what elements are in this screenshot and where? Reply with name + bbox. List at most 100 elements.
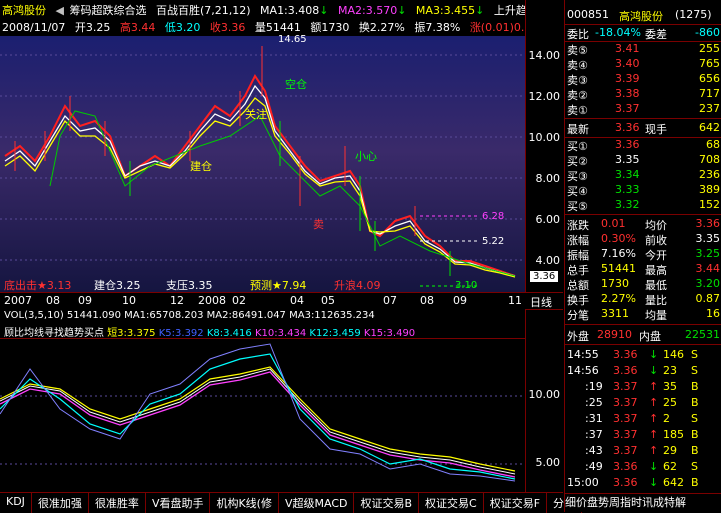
sub-y-label-5: 5.00 <box>535 456 561 469</box>
strategy-name[interactable]: 百战百胜(7,21,12) <box>156 4 251 17</box>
annotation-watch: 关注 <box>245 108 267 121</box>
tab-winrate[interactable]: 很准胜率 <box>89 493 146 513</box>
stat-value: 2.27% <box>601 292 636 305</box>
tick-time: 14:55 <box>567 348 599 361</box>
x-label: 2007 <box>4 294 32 307</box>
current-hand-value: 642 <box>699 121 720 134</box>
chart-header: 高鸿股份 ◀ 筹码超跌综合选 百战百胜(7,21,12) MA1:3.408↓ … <box>0 0 560 36</box>
tab-institution[interactable]: 机构K线(修 <box>210 493 279 513</box>
x-label: 04 <box>290 294 304 307</box>
period-label[interactable]: 日线 <box>530 294 552 310</box>
tab-warrant-f[interactable]: 权证交易F <box>484 493 548 513</box>
tick-row: :19 3.37 ↑ 35 B <box>567 380 720 395</box>
latest-row: 最新 3.36 现手 642 <box>567 121 720 136</box>
header-row-1: 高鸿股份 ◀ 筹码超跌综合选 百战百胜(7,21,12) MA1:3.408↓ … <box>2 2 544 18</box>
y-label-8: 8.00 <box>535 172 561 185</box>
tick-time: :37 <box>585 428 603 441</box>
stat-label: 前收 <box>645 234 667 247</box>
quote-panel: 000851 高鸿股份 (1275) 委比 -18.04% 委差 -860 卖⑤… <box>564 0 721 512</box>
tab-macd[interactable]: V超级MACD <box>279 493 355 513</box>
tab-warrant-b[interactable]: 权证交易B <box>354 493 420 513</box>
annotation-sell: 卖 <box>313 218 324 231</box>
bid-row-5[interactable]: 买⑤ 3.32 152 <box>567 198 720 213</box>
stat-value: 3.25 <box>695 247 721 260</box>
predict-price: 预测★7.94 <box>250 279 307 292</box>
ask-label: 卖① <box>567 104 588 117</box>
low-label: 低3.20 <box>164 21 201 34</box>
ask-label: 卖④ <box>567 59 588 72</box>
x-label: 09 <box>453 294 467 307</box>
stat-row: 换手 2.27% 量比 0.87 <box>567 292 720 307</box>
scroll-arrows-icon[interactable]: ◀ <box>56 4 64 17</box>
ma2-value: MA2:3.570 <box>337 4 398 17</box>
indicator-chart[interactable] <box>0 338 525 493</box>
stat-value: 51441 <box>601 262 636 275</box>
stat-label: 量比 <box>645 294 667 307</box>
tick-arrow-icon: ↑ <box>649 428 659 441</box>
y-label-10: 10.00 <box>528 131 561 144</box>
stock-code: 000851 <box>567 8 609 21</box>
build-price: 建仓3.25 <box>94 279 141 292</box>
x-label: 09 <box>78 294 92 307</box>
tick-row: :43 3.37 ↑ 29 B <box>567 444 720 459</box>
bid-row-4[interactable]: 买④ 3.33 389 <box>567 183 720 198</box>
ask-row-1[interactable]: 卖① 3.37 237 <box>567 102 720 117</box>
ask-row-3[interactable]: 卖③ 3.39 656 <box>567 72 720 87</box>
x-label: 10 <box>122 294 136 307</box>
tick-time: :25 <box>585 396 603 409</box>
bid-label: 买③ <box>567 170 588 183</box>
ma3-arrow: ↓ <box>475 4 485 17</box>
tick-side: B <box>691 444 699 457</box>
stat-label: 最低 <box>645 279 667 292</box>
ask-row-2[interactable]: 卖② 3.38 717 <box>567 87 720 102</box>
bid-row-1[interactable]: 买① 3.36 68 <box>567 138 720 153</box>
x-label: 2008 <box>198 294 226 307</box>
tick-time: :31 <box>585 412 603 425</box>
stat-value: 0.87 <box>695 292 721 305</box>
tick-row: :49 3.36 ↓ 62 S <box>567 460 720 475</box>
high-label: 高3.44 <box>119 21 156 34</box>
price-chart[interactable]: 14.65 6.28 5.22 3.10 空仓 建仓 关注 小心 卖 底出击★3… <box>0 34 525 292</box>
tick-time: :43 <box>585 444 603 457</box>
stat-row: 涨跌 0.01 均价 3.36 <box>567 217 720 232</box>
ask-volume: 237 <box>699 102 720 115</box>
stat-label: 换手 <box>567 294 589 307</box>
ask-price: 3.41 <box>615 42 640 55</box>
bid-row-3[interactable]: 买③ 3.34 236 <box>567 168 720 183</box>
tick-price: 3.36 <box>613 476 638 489</box>
date-label: 2008/11/07 <box>2 21 66 34</box>
tab-kdj[interactable]: KDJ <box>0 493 32 513</box>
tick-price: 3.36 <box>613 348 638 361</box>
stat-value: 3.44 <box>695 262 721 275</box>
tick-volume: 146 <box>663 348 684 361</box>
inner-label: 内盘 <box>639 330 661 343</box>
bid-row-2[interactable]: 买② 3.35 708 <box>567 153 720 168</box>
turnover-label: 换2.27% <box>358 21 405 34</box>
stat-label: 均量 <box>645 309 667 322</box>
tick-arrow-icon: ↓ <box>649 348 659 361</box>
y-label-14: 14.00 <box>528 49 561 62</box>
amount-label: 额1730 <box>310 21 350 34</box>
ask-row-4[interactable]: 卖④ 3.40 765 <box>567 57 720 72</box>
tick-volume: 185 <box>663 428 684 441</box>
tick-side: B <box>691 476 699 489</box>
bid-price: 3.33 <box>615 183 640 196</box>
x-label: 11 <box>508 294 522 307</box>
tick-arrow-icon: ↑ <box>649 380 659 393</box>
latest-price: 3.36 <box>615 121 640 134</box>
ask-volume: 656 <box>699 72 720 85</box>
ask-label: 卖③ <box>567 74 588 87</box>
weibi-label: 委比 <box>567 28 589 41</box>
y-label-4: 4.00 <box>535 254 561 267</box>
ask-row-5[interactable]: 卖⑤ 3.41 255 <box>567 42 720 57</box>
tab-strong[interactable]: 很准加强 <box>32 493 89 513</box>
stat-row: 涨幅 0.30% 前收 3.35 <box>567 232 720 247</box>
quote-bottom-tabs[interactable]: 细价盘势周指时讯成特解 <box>565 493 721 510</box>
tab-assistant[interactable]: V看盘助手 <box>146 493 211 513</box>
tick-row: 14:55 3.36 ↓ 146 S <box>567 348 720 363</box>
tab-warrant-c[interactable]: 权证交易C <box>419 493 484 513</box>
ask-volume: 765 <box>699 57 720 70</box>
tick-row: 14:56 3.36 ↓ 23 S <box>567 364 720 379</box>
indicator-name[interactable]: 筹码超跌综合选 <box>69 4 146 17</box>
x-label: 12 <box>170 294 184 307</box>
